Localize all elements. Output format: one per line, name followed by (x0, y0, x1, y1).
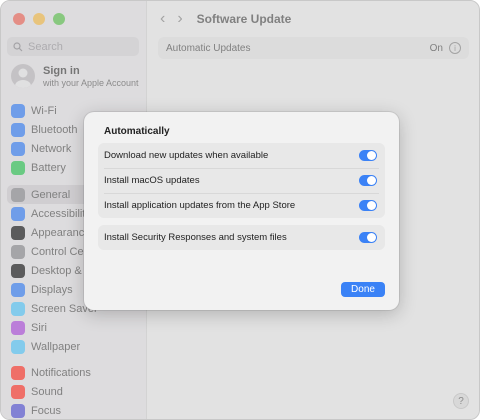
option-label: Install application updates from the App… (104, 200, 296, 211)
automatic-updates-dialog: Automatically Download new updates when … (84, 112, 399, 310)
update-options-group: Download new updates when available Inst… (98, 143, 385, 218)
dialog-title: Automatically (104, 126, 170, 137)
toggle-knob (367, 201, 376, 210)
install-app-updates-toggle[interactable] (359, 200, 377, 211)
toggle-knob (367, 151, 376, 160)
toggle-knob (367, 176, 376, 185)
done-button[interactable]: Done (341, 282, 385, 297)
option-label: Install Security Responses and system fi… (104, 232, 287, 243)
toggle-knob (367, 233, 376, 242)
option-label: Download new updates when available (104, 150, 269, 161)
option-row: Install application updates from the App… (98, 193, 385, 218)
settings-window: Sign in with your Apple Account Wi-FiBlu… (0, 0, 480, 420)
security-responses-toggle[interactable] (359, 232, 377, 243)
option-row: Download new updates when available (98, 143, 385, 168)
option-label: Install macOS updates (104, 175, 200, 186)
security-options-group: Install Security Responses and system fi… (98, 225, 385, 250)
option-row: Install macOS updates (98, 168, 385, 193)
install-macos-toggle[interactable] (359, 175, 377, 186)
option-row: Install Security Responses and system fi… (98, 225, 385, 250)
download-updates-toggle[interactable] (359, 150, 377, 161)
